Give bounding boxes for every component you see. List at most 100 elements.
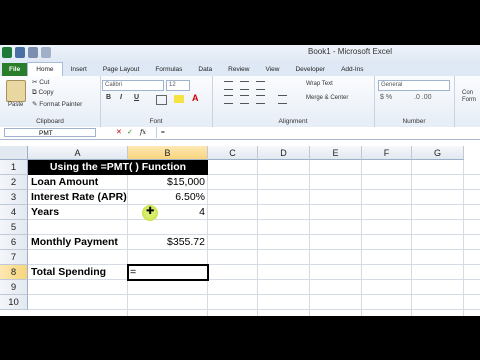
number-format-select[interactable]: General — [378, 80, 450, 91]
column-header-a[interactable]: A — [28, 146, 128, 160]
tab-home[interactable]: Home — [27, 62, 63, 76]
font-group-label: Font — [149, 118, 163, 125]
loan-amount-label-cell[interactable]: Loan Amount — [31, 175, 98, 190]
gridline — [411, 160, 412, 316]
cut-button[interactable]: ✂ Cut — [32, 78, 49, 86]
paste-icon[interactable] — [6, 80, 26, 102]
column-header-e[interactable]: E — [310, 146, 362, 160]
font-color-icon[interactable]: A — [192, 93, 199, 103]
tab-page-layout[interactable]: Page Layout — [95, 63, 148, 76]
format-painter-label: Format Painter — [39, 101, 83, 108]
tab-review[interactable]: Review — [220, 63, 257, 76]
alignment-group: Wrap Text Merge & Center Alignment — [212, 76, 375, 127]
font-group: Calibri 12 B I U A Font — [100, 76, 213, 127]
font-name-select[interactable]: Calibri — [102, 80, 164, 91]
gridline — [28, 219, 480, 220]
years-value-cell[interactable]: 4 — [128, 205, 205, 220]
copy-label: Copy — [38, 89, 54, 96]
scissors-icon: ✂ — [32, 79, 38, 86]
row-header-8[interactable]: 8 — [0, 265, 28, 280]
row-header-10[interactable]: 10 — [0, 295, 28, 310]
copy-icon: ⧉ — [32, 89, 37, 96]
gridline — [207, 160, 208, 316]
bold-button[interactable]: B — [106, 94, 111, 101]
years-label-cell[interactable]: Years — [31, 205, 59, 220]
italic-button[interactable]: I — [120, 94, 122, 101]
clipboard-group-label: Clipboard — [36, 118, 64, 125]
row-header-1[interactable]: 1 — [0, 160, 28, 175]
cancel-icon[interactable]: ✕ — [116, 128, 122, 136]
align-center-icon[interactable] — [240, 95, 249, 104]
name-box[interactable]: PMT — [4, 128, 96, 137]
column-header-b[interactable]: B — [128, 146, 208, 160]
select-all-corner[interactable] — [0, 146, 28, 160]
align-bottom-icon[interactable] — [256, 81, 265, 90]
tab-view[interactable]: View — [257, 63, 287, 76]
active-cell-b8[interactable] — [127, 264, 209, 281]
worksheet-grid: A B C D E F G 1 2 3 4 5 6 7 8 9 10 Using… — [0, 146, 480, 316]
tab-file[interactable]: File — [2, 63, 28, 76]
currency-format-icon[interactable]: $ % — [380, 94, 392, 101]
tab-data[interactable]: Data — [190, 63, 220, 76]
title-bar: Book1 - Microsoft Excel — [0, 45, 480, 63]
fill-color-icon[interactable] — [174, 95, 184, 103]
align-top-icon[interactable] — [224, 81, 233, 90]
borders-icon[interactable] — [156, 95, 167, 105]
formula-input[interactable]: = — [156, 127, 480, 138]
monthly-payment-label-cell[interactable]: Monthly Payment — [31, 235, 118, 250]
excel-window: Book1 - Microsoft Excel File Home Insert… — [0, 45, 480, 316]
row-header-7[interactable]: 7 — [0, 250, 28, 265]
row-header-2[interactable]: 2 — [0, 175, 28, 190]
column-header-f[interactable]: F — [362, 146, 412, 160]
indent-icon[interactable] — [278, 95, 287, 104]
tab-formulas[interactable]: Formulas — [147, 63, 190, 76]
ribbon: Paste ✂ Cut ⧉ Copy ✎ Format Painter Clip… — [0, 76, 480, 128]
align-left-icon[interactable] — [224, 95, 233, 104]
interest-rate-label-cell[interactable]: Interest Rate (APR) — [31, 190, 127, 205]
row-header-9[interactable]: 9 — [0, 280, 28, 295]
column-header-c[interactable]: C — [208, 146, 258, 160]
insert-function-icon[interactable]: fx — [140, 128, 146, 136]
wrap-text-button[interactable]: Wrap Text — [306, 81, 333, 87]
number-group: General $ % .0 .00 Number — [374, 76, 455, 127]
gridline — [28, 309, 480, 310]
interest-rate-value-cell[interactable]: 6.50% — [128, 190, 205, 205]
brush-icon: ✎ — [32, 101, 38, 108]
gridline — [463, 160, 464, 316]
alignment-group-label: Alignment — [278, 118, 308, 125]
decimal-icon[interactable]: .0 .00 — [414, 94, 432, 101]
total-spending-value-cell[interactable]: = — [130, 265, 136, 280]
column-header-d[interactable]: D — [258, 146, 310, 160]
gridline — [257, 160, 258, 316]
number-group-label: Number — [402, 118, 426, 125]
gridline — [28, 294, 480, 295]
format-painter-button[interactable]: ✎ Format Painter — [32, 100, 82, 108]
copy-button[interactable]: ⧉ Copy — [32, 89, 54, 97]
row-header-5[interactable]: 5 — [0, 220, 28, 235]
monthly-payment-value-cell[interactable]: $355.72 — [128, 235, 205, 250]
underline-button[interactable]: U — [134, 94, 139, 101]
row-header-6[interactable]: 6 — [0, 235, 28, 250]
merge-center-button[interactable]: Merge & Center — [306, 95, 348, 101]
row-header-3[interactable]: 3 — [0, 190, 28, 205]
tab-insert[interactable]: Insert — [63, 63, 95, 76]
column-header-g[interactable]: G — [412, 146, 464, 160]
font-size-select[interactable]: 12 — [166, 80, 190, 91]
window-title: Book1 - Microsoft Excel — [307, 47, 393, 56]
align-right-icon[interactable] — [256, 95, 265, 104]
cut-label: Cut — [39, 79, 50, 86]
title-banner-cell[interactable]: Using the =PMT( ) Function — [28, 160, 208, 175]
tab-developer[interactable]: Developer — [287, 63, 333, 76]
conditional-formatting-button[interactable]: Con Form — [462, 90, 480, 104]
gridline — [309, 160, 310, 316]
enter-icon[interactable]: ✓ — [127, 128, 133, 136]
row-header-4[interactable]: 4 — [0, 205, 28, 220]
total-spending-label-cell[interactable]: Total Spending — [31, 265, 106, 280]
ribbon-tabs: File Home Insert Page Layout Formulas Da… — [0, 62, 480, 76]
align-middle-icon[interactable] — [240, 81, 249, 90]
styles-group: Con Form — [454, 76, 480, 127]
paste-button[interactable]: Paste — [8, 102, 23, 108]
clipboard-group: Paste ✂ Cut ⧉ Copy ✎ Format Painter Clip… — [0, 76, 101, 127]
loan-amount-value-cell[interactable]: $15,000 — [128, 175, 205, 190]
tab-add-ins[interactable]: Add-Ins — [333, 63, 371, 76]
